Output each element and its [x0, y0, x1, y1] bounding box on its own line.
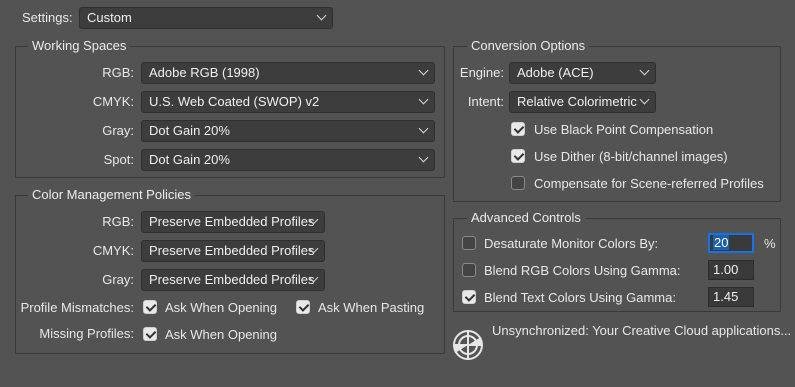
ask-when-pasting-label: Ask When Pasting [318, 300, 425, 315]
blend-rgb-checkbox[interactable] [462, 263, 476, 277]
policy-rgb-label: RGB: [102, 214, 134, 229]
missing-profiles-label: Missing Profiles: [39, 326, 134, 341]
missing-ask-when-opening-checkbox[interactable] [143, 327, 157, 341]
intent-label: Intent: [467, 94, 504, 109]
profile-mismatches-label: Profile Mismatches: [20, 300, 134, 315]
chevron-down-icon [639, 94, 650, 105]
ws-rgb-value: Adobe RGB (1998) [149, 65, 260, 80]
black-point-checkbox[interactable] [511, 122, 525, 136]
engine-label: Engine: [459, 65, 504, 80]
policy-rgb-value: Preserve Embedded Profiles [149, 214, 315, 229]
scene-referred-checkbox[interactable] [511, 176, 525, 190]
ask-when-opening-label: Ask When Opening [165, 300, 278, 315]
advanced-title: Advanced Controls [467, 210, 585, 225]
sync-status-text: Unsynchronized: Your Creative Cloud appl… [492, 323, 792, 338]
intent-select[interactable]: Relative Colorimetric [509, 91, 656, 113]
blend-rgb-label: Blend RGB Colors Using Gamma: [484, 263, 681, 278]
chevron-down-icon [418, 65, 429, 76]
chevron-down-icon [418, 152, 429, 163]
engine-select[interactable]: Adobe (ACE) [509, 62, 656, 84]
ws-cmyk-value: U.S. Web Coated (SWOP) v2 [149, 94, 320, 109]
ws-rgb-label: RGB: [102, 65, 134, 80]
missing-ask-when-opening-label: Ask When Opening [165, 327, 278, 342]
sync-globe-icon [451, 328, 485, 362]
policy-gray-value: Preserve Embedded Profiles [149, 272, 315, 287]
chevron-down-icon [418, 123, 429, 134]
black-point-label: Use Black Point Compensation [534, 122, 714, 137]
chevron-down-icon [418, 94, 429, 105]
desaturate-input[interactable]: 20 [708, 233, 754, 253]
policy-gray-label: Gray: [102, 272, 134, 287]
chevron-down-icon [316, 10, 327, 21]
policy-cmyk-value: Preserve Embedded Profiles [149, 243, 315, 258]
ask-when-pasting-checkbox[interactable] [296, 300, 310, 314]
policy-cmyk-label: CMYK: [92, 243, 134, 258]
ws-spot-value: Dot Gain 20% [149, 152, 230, 167]
policy-gray-select[interactable]: Preserve Embedded Profiles [141, 269, 325, 291]
blend-rgb-input[interactable]: 1.00 [708, 260, 754, 280]
chevron-down-icon [639, 65, 650, 76]
dither-checkbox[interactable] [511, 149, 525, 163]
intent-value: Relative Colorimetric [517, 94, 637, 109]
settings-value: Custom [87, 10, 132, 25]
ws-gray-select[interactable]: Dot Gain 20% [141, 120, 435, 142]
desaturate-value: 20 [713, 235, 730, 250]
ws-spot-select[interactable]: Dot Gain 20% [141, 149, 435, 171]
working-spaces-title: Working Spaces [28, 38, 131, 53]
blend-text-checkbox[interactable] [462, 290, 476, 304]
settings-select[interactable]: Custom [79, 7, 333, 29]
policies-title: Color Management Policies [28, 187, 195, 202]
dither-label: Use Dither (8-bit/channel images) [534, 149, 728, 164]
ws-cmyk-select[interactable]: U.S. Web Coated (SWOP) v2 [141, 91, 435, 113]
policy-cmyk-select[interactable]: Preserve Embedded Profiles [141, 240, 325, 262]
ask-when-opening-checkbox[interactable] [143, 300, 157, 314]
ws-gray-label: Gray: [102, 123, 134, 138]
desaturate-unit: % [764, 236, 776, 251]
ws-cmyk-label: CMYK: [92, 94, 134, 109]
conversion-title: Conversion Options [467, 38, 590, 53]
blend-text-input[interactable]: 1.45 [708, 287, 754, 307]
desaturate-checkbox[interactable] [462, 236, 476, 250]
desaturate-label: Desaturate Monitor Colors By: [484, 236, 659, 251]
ws-rgb-select[interactable]: Adobe RGB (1998) [141, 62, 435, 84]
engine-value: Adobe (ACE) [517, 65, 594, 80]
ws-gray-value: Dot Gain 20% [149, 123, 230, 138]
scene-referred-label: Compensate for Scene-referred Profiles [534, 176, 764, 191]
policy-rgb-select[interactable]: Preserve Embedded Profiles [141, 211, 325, 233]
ws-spot-label: Spot: [103, 152, 134, 167]
settings-label: Settings: [22, 10, 73, 25]
blend-text-label: Blend Text Colors Using Gamma: [484, 290, 676, 305]
